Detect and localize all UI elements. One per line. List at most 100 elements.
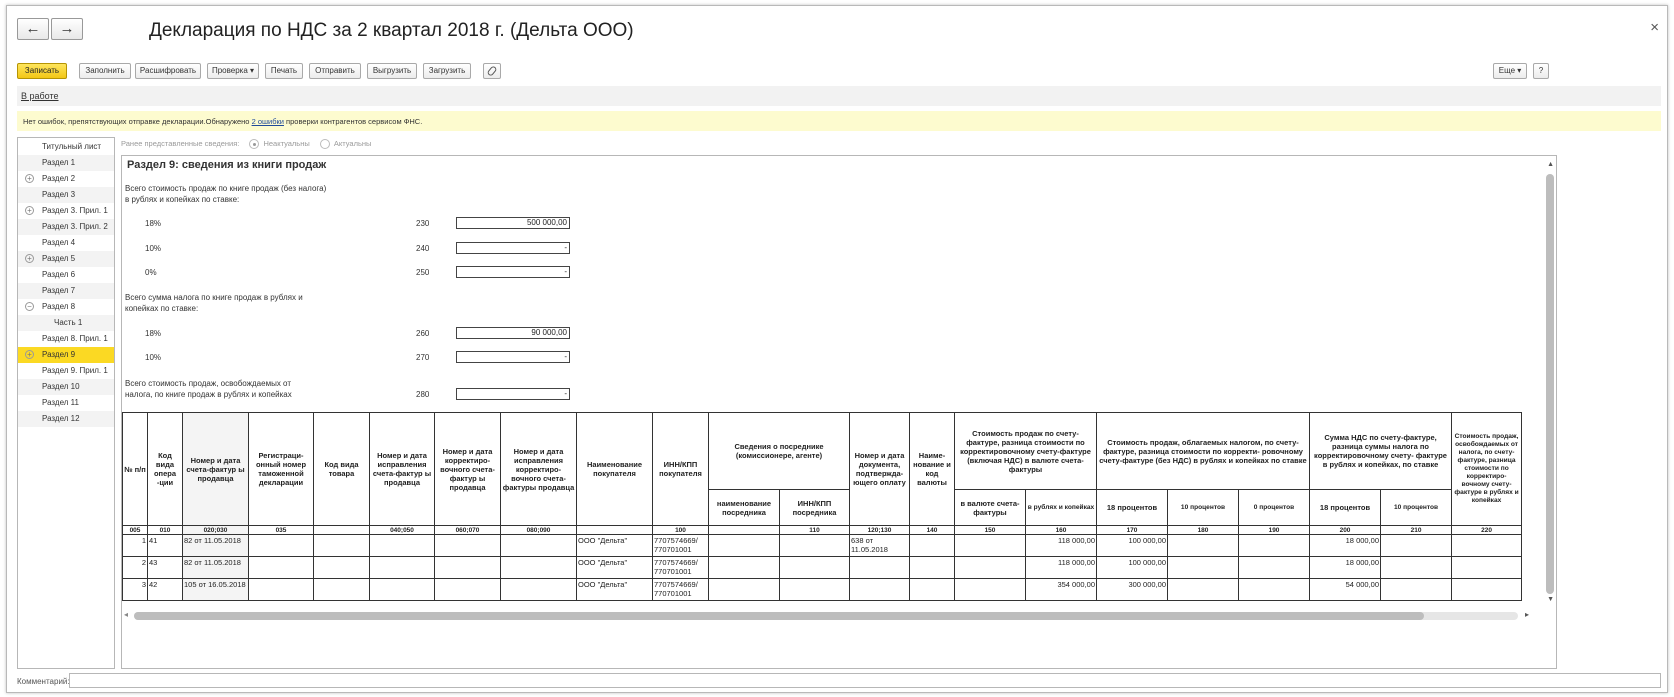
table-cell[interactable]	[1167, 578, 1239, 601]
table-cell[interactable]	[779, 556, 850, 579]
nav-item[interactable]: Раздел 7	[18, 283, 114, 299]
attach-button[interactable]	[483, 63, 501, 79]
table-cell[interactable]: ООО "Дельта"	[576, 534, 653, 557]
nav-item[interactable]: Раздел 3. Прил. 1 +	[18, 203, 114, 219]
table-cell[interactable]: 354 000,00	[1025, 578, 1097, 601]
table-cell[interactable]: 18 000,00	[1309, 534, 1382, 557]
table-cell[interactable]	[1380, 534, 1453, 557]
nav-item[interactable]: Часть 1	[18, 315, 114, 331]
table-cell[interactable]	[313, 556, 370, 579]
table-cell[interactable]: 100 000,00	[1096, 534, 1168, 557]
table-cell[interactable]	[708, 534, 780, 557]
table-cell[interactable]	[313, 578, 370, 601]
nav-item[interactable]: Раздел 8. Прил. 1	[18, 331, 114, 347]
table-cell[interactable]: 105 от 16.05.2018	[182, 578, 249, 601]
forward-button[interactable]: →	[51, 18, 83, 40]
close-icon[interactable]: ×	[1650, 19, 1659, 36]
nav-item[interactable]: Раздел 9. Прил. 1	[18, 363, 114, 379]
table-cell[interactable]	[434, 556, 501, 579]
nav-item[interactable]: Раздел 1	[18, 155, 114, 171]
field-250[interactable]: -	[456, 266, 570, 278]
table-cell[interactable]	[500, 534, 577, 557]
table-cell[interactable]	[1451, 556, 1523, 579]
field-280[interactable]: -	[456, 388, 570, 400]
import-button[interactable]: Загрузить	[423, 63, 471, 79]
table-row[interactable]: 3 42 105 от 16.05.2018 ООО "Дельта" 77075746…	[122, 578, 1523, 601]
table-cell[interactable]	[1451, 578, 1523, 601]
nav-item[interactable]: Раздел 9 +	[18, 347, 114, 363]
table-cell[interactable]: 2	[122, 556, 148, 579]
table-cell[interactable]: 54 000,00	[1309, 578, 1382, 601]
table-cell[interactable]	[954, 556, 1026, 579]
table-cell[interactable]	[909, 534, 955, 557]
table-cell[interactable]	[1237, 556, 1311, 579]
table-cell[interactable]	[369, 534, 435, 557]
table-cell[interactable]	[1237, 534, 1311, 557]
nav-item[interactable]: Раздел 11	[18, 395, 114, 411]
errors-link[interactable]: 2 ошибки	[252, 117, 284, 126]
table-cell[interactable]: 7707574669/ 770701001	[652, 556, 709, 579]
table-cell[interactable]	[1237, 578, 1311, 601]
expand-toggle-icon[interactable]: +	[25, 254, 34, 263]
table-cell[interactable]	[434, 534, 501, 557]
table-cell[interactable]: 1	[122, 534, 148, 557]
nav-item[interactable]: Раздел 3. Прил. 2	[18, 219, 114, 235]
table-cell[interactable]	[849, 556, 910, 579]
table-cell[interactable]: 100 000,00	[1096, 556, 1168, 579]
save-button[interactable]: Записать	[17, 63, 67, 79]
table-cell[interactable]	[434, 578, 501, 601]
table-cell[interactable]: 82 от 11.05.2018	[182, 556, 249, 579]
help-button[interactable]: ?	[1533, 63, 1549, 79]
table-cell[interactable]	[708, 556, 780, 579]
nav-item[interactable]: Титульный лист	[18, 139, 114, 155]
table-cell[interactable]	[909, 556, 955, 579]
scroll-down-icon[interactable]: ▼	[1547, 596, 1554, 603]
table-cell[interactable]: 118 000,00	[1025, 534, 1097, 557]
expand-toggle-icon[interactable]: +	[25, 350, 34, 359]
expand-toggle-icon[interactable]: +	[25, 206, 34, 215]
nav-item[interactable]: Раздел 5 +	[18, 251, 114, 267]
table-cell[interactable]	[313, 534, 370, 557]
horizontal-scrollbar[interactable]	[134, 612, 1424, 620]
table-cell[interactable]	[1380, 578, 1453, 601]
field-230[interactable]: 500 000,00	[456, 217, 570, 229]
table-cell[interactable]: 300 000,00	[1096, 578, 1168, 601]
back-button[interactable]: ←	[17, 18, 49, 40]
radio-actual[interactable]	[319, 139, 330, 150]
nav-item[interactable]: Раздел 8−	[18, 299, 114, 315]
table-cell[interactable]	[500, 556, 577, 579]
table-cell[interactable]	[1167, 556, 1239, 579]
nav-item[interactable]: Раздел 6	[18, 267, 114, 283]
nav-item[interactable]: Раздел 12	[18, 411, 114, 427]
table-cell[interactable]: 7707574669/ 770701001	[652, 578, 709, 601]
table-cell[interactable]	[909, 578, 955, 601]
send-button[interactable]: Отправить	[309, 63, 361, 79]
table-cell[interactable]	[779, 578, 850, 601]
table-cell[interactable]: 82 от 11.05.2018	[182, 534, 249, 557]
nav-item[interactable]: Раздел 3	[18, 187, 114, 203]
table-row[interactable]: 2 43 82 от 11.05.2018 ООО "Дельта" 770757466…	[122, 556, 1523, 579]
nav-item[interactable]: Раздел 10	[18, 379, 114, 395]
table-cell[interactable]	[369, 578, 435, 601]
table-cell[interactable]	[1167, 534, 1239, 557]
table-cell[interactable]: 18 000,00	[1309, 556, 1382, 579]
table-cell[interactable]: 41	[147, 534, 183, 557]
scroll-up-icon[interactable]: ▲	[1547, 161, 1554, 168]
field-240[interactable]: -	[456, 242, 570, 254]
table-cell[interactable]	[1380, 556, 1453, 579]
table-cell[interactable]: 3	[122, 578, 148, 601]
table-cell[interactable]	[248, 556, 314, 579]
more-button[interactable]: Еще ▾	[1493, 63, 1527, 79]
export-button[interactable]: Выгрузить	[367, 63, 417, 79]
scroll-right-icon[interactable]: ▸	[1525, 610, 1529, 619]
field-260[interactable]: 90 000,00	[456, 327, 570, 339]
nav-item[interactable]: Раздел 4	[18, 235, 114, 251]
table-cell[interactable]	[1451, 534, 1523, 557]
table-cell[interactable]	[248, 534, 314, 557]
status-link[interactable]: В работе	[21, 91, 59, 101]
nav-item[interactable]: Раздел 2 +	[18, 171, 114, 187]
fill-button[interactable]: Заполнить	[79, 63, 131, 79]
table-cell[interactable]: 638 от 11.05.2018	[849, 534, 910, 557]
table-cell[interactable]: ООО "Дельта"	[576, 578, 653, 601]
expand-toggle-icon[interactable]: −	[25, 302, 34, 311]
